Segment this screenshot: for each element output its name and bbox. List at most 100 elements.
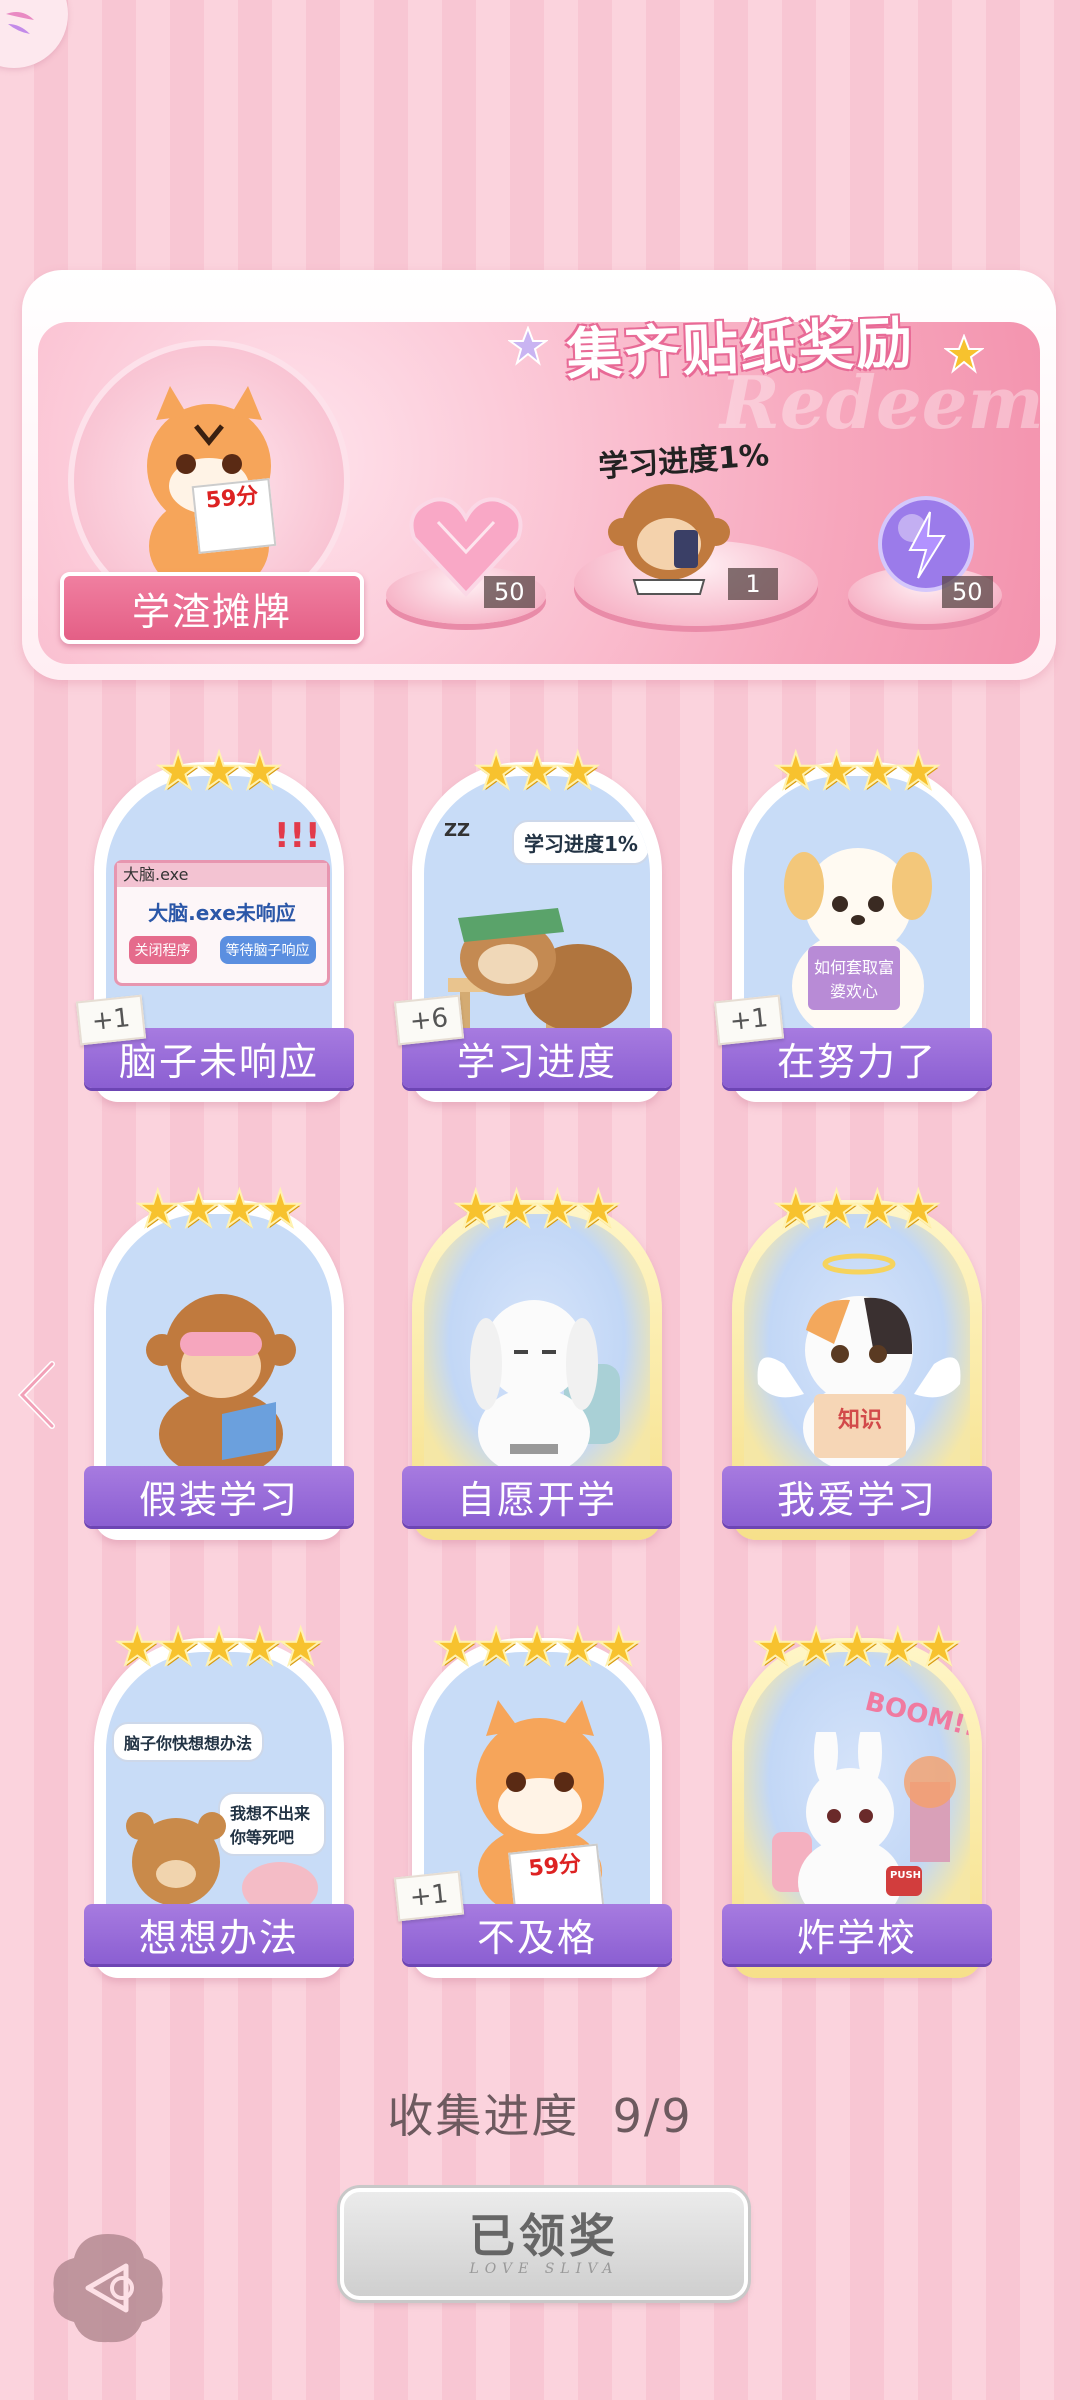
banner-title: 集齐贴纸奖励 [565,310,916,388]
sticker-card[interactable]: 知识 我爱学习 ★ ★ ★ ★ [722,1178,992,1548]
star-icon: ★ [793,1618,840,1676]
star-icon: ★ [752,1618,799,1676]
sticker-label: 假装学习 [84,1466,354,1526]
reward-count: 50 [484,576,535,608]
monkey-reading-icon [146,1294,296,1478]
star-icon: ★ [772,742,819,800]
sticker-label: 自愿开学 [402,1466,672,1526]
star-icon: ★ [834,1618,881,1676]
star-icon: ★ [895,742,942,800]
star-icon: ★ [432,1618,479,1676]
star-icon: ★ [196,742,243,800]
star-icon: ★ [813,1180,860,1238]
claimed-button[interactable]: 已领奖 LOVE SLIVA [340,2188,748,2300]
star-icon: ★ [452,1180,499,1238]
star-icon: ★ [554,742,601,800]
star-rating: ★ ★ ★ ★ [722,1178,992,1238]
speech-bubble: 脑子你快想想办法 [112,1722,265,1762]
sticker-art: BOOM!! PUSH [744,1652,970,1932]
book-title: 知识 [814,1394,906,1458]
star-decoration-icon [944,334,984,374]
collection-progress-label: 收集进度 [387,2089,580,2143]
star-icon: ★ [575,1180,622,1238]
star-icon: ★ [534,1180,581,1238]
sticker-label: 想想办法 [84,1904,354,1964]
error-message: 大脑.exe未响应 [148,901,296,925]
sticker-art: 知识 [744,1214,970,1494]
star-icon: ★ [895,1180,942,1238]
star-icon: ★ [915,1618,962,1676]
star-icon: ★ [134,1180,181,1238]
sticker-card[interactable]: 如何套取富婆欢心 在努力了 ★ ★ ★ ★ +1 [713,740,992,1110]
collection-progress: 收集进度 9/9 [0,2080,1080,2146]
star-icon: ★ [772,1180,819,1238]
sticker-card[interactable]: 自愿开学 ★ ★ ★ ★ [402,1178,672,1548]
push-button-text: PUSH [890,1870,922,1881]
wait-brain-label: 等待脑子响应 [219,936,316,964]
star-rating: ★ ★ ★ ★ ★ [402,1616,672,1676]
star-icon: ★ [473,742,520,800]
star-rating: ★ ★ ★ ★ [722,740,992,800]
sticker-count-badge: +1 [713,994,785,1046]
claimed-button-label: 已领奖 [469,2209,619,2263]
star-rating: ★ ★ ★ ★ [84,1178,354,1238]
speech-bubble: 学习进度1% [512,820,650,865]
star-icon: ★ [473,1618,520,1676]
star-icon: ★ [114,1618,161,1676]
sticker-label: 炸学校 [722,1904,992,1964]
sticker-card[interactable]: 学习进度1% ZZ 学习进度 ★ ★ ★ +6 [393,740,672,1110]
star-icon: ★ [216,1180,263,1238]
error-window-title: 大脑.exe [117,863,327,887]
star-icon: ★ [514,1618,561,1676]
star-icon: ★ [595,1618,642,1676]
star-icon: ★ [554,1618,601,1676]
star-icon: ★ [155,742,202,800]
chevron-left-icon[interactable] [14,1358,62,1432]
bunny-bomb-icon [772,1732,956,1926]
error-window: 大脑.exe 大脑.exe未响应 关闭程序 等待脑子响应 [114,860,330,986]
sticker-card[interactable]: 脑子你快想想办法 我想不出来你等死吧 想想办法 ★ ★ ★ ★ ★ [84,1616,354,1986]
sticker-count-badge: +6 [393,994,465,1046]
sticker-card[interactable]: 大脑.exe 大脑.exe未响应 关闭程序 等待脑子响应 !!! 脑子未响应 ★… [75,740,354,1110]
sticker-card[interactable]: BOOM!! PUSH 炸学校 ★ ★ ★ ★ ★ [722,1616,992,1986]
collection-progress-value: 9/9 [612,2089,693,2143]
star-icon: ★ [236,742,283,800]
petal-menu-icon [6,12,34,34]
star-icon: ★ [257,1180,304,1238]
sticker-art: 脑子你快想想办法 我想不出来你等死吧 [106,1652,332,1932]
star-icon: ★ [236,1618,283,1676]
star-icon: ★ [277,1618,324,1676]
star-icon: ★ [813,742,860,800]
sleeping-sloth-icon [448,908,632,1042]
bunny-handcuffed-icon [470,1300,620,1476]
sticker-card[interactable]: 假装学习 ★ ★ ★ ★ [84,1178,354,1548]
book-title: 如何套取富婆欢心 [808,946,900,1010]
sticker-card[interactable]: 59分 不及格 ★ ★ ★ ★ ★ +1 [393,1616,672,1986]
star-rating: ★ ★ ★ ★ ★ [84,1616,354,1676]
star-icon: ★ [854,1180,901,1238]
star-icon: ★ [874,1618,921,1676]
star-rating: ★ ★ ★ ★ [402,1178,672,1238]
star-rating: ★ ★ ★ [402,740,672,800]
reward-count: 1 [728,568,778,600]
star-icon: ★ [175,1180,222,1238]
sleep-zz: ZZ [444,820,471,841]
star-icon: ★ [854,742,901,800]
sticker-art [106,1214,332,1494]
score-paper: 59分 [191,478,277,554]
sticker-count-badge: +1 [75,994,147,1046]
star-icon: ★ [196,1618,243,1676]
exclamation-marks: !!! [274,816,321,856]
star-rating: ★ ★ ★ ★ ★ [722,1616,992,1676]
star-rating: ★ ★ ★ [84,740,354,800]
back-button[interactable] [48,2228,168,2348]
sticker-art [424,1214,650,1494]
star-icon: ★ [155,1618,202,1676]
puppy-reading-icon [784,848,932,1042]
close-program-label: 关闭程序 [128,936,197,964]
menu-button[interactable] [0,0,68,68]
star-icon: ★ [514,742,561,800]
reward-count: 50 [942,576,993,608]
sticker-count-badge: +1 [393,1870,465,1922]
sticker-label: 我爱学习 [722,1466,992,1526]
